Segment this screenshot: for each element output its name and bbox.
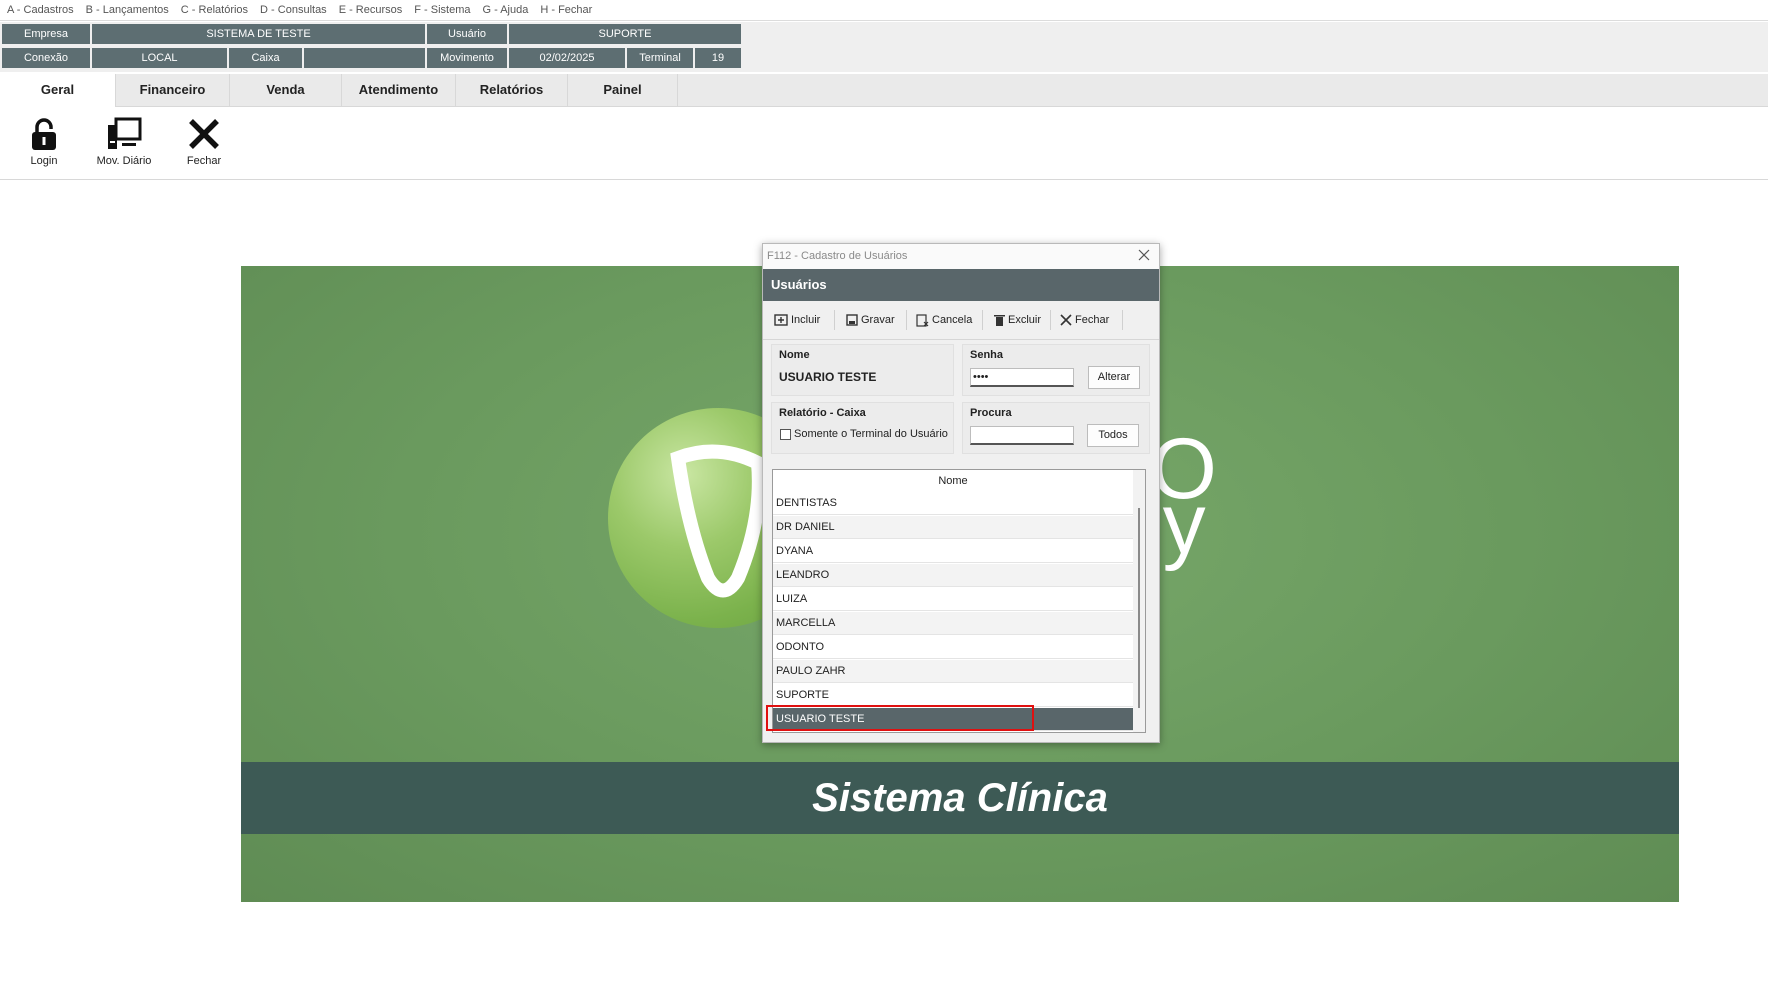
close-icon (189, 119, 219, 149)
excluir-button[interactable]: Excluir (994, 308, 1041, 332)
table-row[interactable]: LUIZA (773, 588, 1133, 611)
movimento-label: Movimento (427, 48, 507, 68)
somente-terminal-checkbox[interactable] (780, 429, 791, 440)
toolbar-divider (906, 310, 907, 330)
somente-terminal-label: Somente o Terminal do Usuário (794, 428, 948, 440)
grid-scrollbar[interactable] (1133, 470, 1145, 732)
menu-fechar[interactable]: H - Fechar (540, 4, 592, 16)
menu-bar: A - Cadastros B - Lançamentos C - Relató… (0, 0, 1768, 21)
nome-label: Nome (779, 349, 810, 361)
users-grid: Nome DENTISTAS DR DANIEL DYANA LEANDRO L… (772, 469, 1146, 733)
ribbon-tabs: Geral Financeiro Venda Atendimento Relat… (0, 74, 1768, 107)
dialog-titlebar: F112 - Cadastro de Usuários (763, 244, 1159, 270)
menu-lancamentos[interactable]: B - Lançamentos (86, 4, 169, 16)
table-row[interactable]: DENTISTAS (773, 492, 1133, 515)
senha-label: Senha (970, 349, 1004, 361)
trash-icon (994, 315, 1005, 326)
monitor-icon (108, 117, 142, 149)
table-row[interactable]: LEANDRO (773, 564, 1133, 587)
login-label: Login (30, 155, 58, 167)
menu-sistema[interactable]: F - Sistema (414, 4, 470, 16)
cancela-button[interactable]: Cancela (916, 308, 972, 332)
mov-diario-button[interactable]: Mov. Diário (89, 117, 159, 167)
procura-group: Procura Todos (962, 402, 1150, 454)
dialog-title: F112 - Cadastro de Usuários (767, 250, 908, 262)
incluir-button[interactable]: Incluir (774, 308, 820, 332)
grid-header-nome[interactable]: Nome (773, 470, 1133, 492)
login-button[interactable]: Login (9, 117, 79, 167)
movimento-value: 02/02/2025 (509, 48, 625, 68)
menu-recursos[interactable]: E - Recursos (339, 4, 403, 16)
gravar-label: Gravar (861, 314, 895, 326)
table-row[interactable]: ODONTO (773, 636, 1133, 659)
scrollbar-thumb[interactable] (1138, 508, 1140, 708)
todos-button[interactable]: Todos (1087, 424, 1139, 447)
dialog-toolbar: Incluir Gravar Cancela Excluir Fechar (763, 301, 1159, 340)
terminal-value: 19 (695, 48, 741, 68)
tab-geral[interactable]: Geral (0, 74, 116, 107)
add-record-icon (774, 314, 788, 326)
dialog-close-icon[interactable] (1136, 247, 1152, 263)
nome-group: Nome USUARIO TESTE (771, 344, 954, 396)
usuario-value: SUPORTE (509, 24, 741, 44)
fechar-dialog-label: Fechar (1075, 314, 1110, 326)
excluir-label: Excluir (1008, 314, 1042, 326)
conexao-label: Conexão (2, 48, 90, 68)
tab-venda[interactable]: Venda (230, 74, 342, 106)
tab-painel[interactable]: Painel (568, 74, 678, 106)
alterar-button[interactable]: Alterar (1088, 366, 1140, 389)
incluir-label: Incluir (791, 314, 821, 326)
session-info-bar: Empresa SISTEMA DE TESTE Usuário SUPORTE… (0, 22, 1768, 72)
table-row[interactable]: DR DANIEL (773, 516, 1133, 539)
table-row[interactable]: DYANA (773, 540, 1133, 563)
gravar-button[interactable]: Gravar (846, 308, 895, 332)
fechar-dialog-button[interactable]: Fechar (1060, 308, 1109, 332)
toolbar-divider (834, 310, 835, 330)
procura-label: Procura (970, 407, 1012, 419)
procura-input[interactable] (970, 426, 1074, 445)
tab-relatorios[interactable]: Relatórios (456, 74, 568, 106)
toolbar-divider (982, 310, 983, 330)
fechar-button[interactable]: Fechar (169, 117, 239, 167)
close-icon (1060, 314, 1072, 326)
table-row[interactable]: MARCELLA (773, 612, 1133, 635)
table-row[interactable]: SUPORTE (773, 684, 1133, 707)
tab-atendimento[interactable]: Atendimento (342, 74, 456, 106)
user-registration-dialog: F112 - Cadastro de Usuários Usuários Inc… (762, 243, 1160, 743)
table-row[interactable]: PAULO ZAHR (773, 660, 1133, 683)
dialog-header: Usuários (763, 269, 1159, 301)
conexao-value: LOCAL (92, 48, 227, 68)
menu-consultas[interactable]: D - Consultas (260, 4, 327, 16)
mov-diario-label: Mov. Diário (96, 155, 152, 167)
toolbar-divider (1050, 310, 1051, 330)
menu-ajuda[interactable]: G - Ajuda (483, 4, 529, 16)
cancela-label: Cancela (932, 314, 973, 326)
senha-input[interactable]: •••• (970, 368, 1074, 387)
ribbon-toolbar: Login Mov. Diário Fechar (0, 107, 1768, 180)
terminal-label: Terminal (627, 48, 693, 68)
empresa-value: SISTEMA DE TESTE (92, 24, 425, 44)
usuario-label: Usuário (427, 24, 507, 44)
menu-cadastros[interactable]: A - Cadastros (7, 4, 74, 16)
banner-caption: Sistema Clínica (241, 762, 1679, 834)
toolbar-divider (1122, 310, 1123, 330)
cancel-icon (916, 313, 929, 327)
lock-icon (32, 118, 56, 150)
caixa-value (304, 48, 425, 68)
senha-group: Senha •••• Alterar (962, 344, 1150, 396)
nome-value: USUARIO TESTE (779, 370, 877, 384)
menu-relatorios[interactable]: C - Relatórios (181, 4, 248, 16)
save-icon (846, 314, 858, 326)
fechar-label: Fechar (186, 155, 222, 167)
empresa-label: Empresa (2, 24, 90, 44)
relatorio-caixa-label: Relatório - Caixa (779, 407, 866, 419)
tab-financeiro[interactable]: Financeiro (116, 74, 230, 106)
selection-highlight-box (766, 705, 1034, 731)
relatorio-caixa-group: Relatório - Caixa Somente o Terminal do … (771, 402, 954, 454)
caixa-label: Caixa (229, 48, 302, 68)
